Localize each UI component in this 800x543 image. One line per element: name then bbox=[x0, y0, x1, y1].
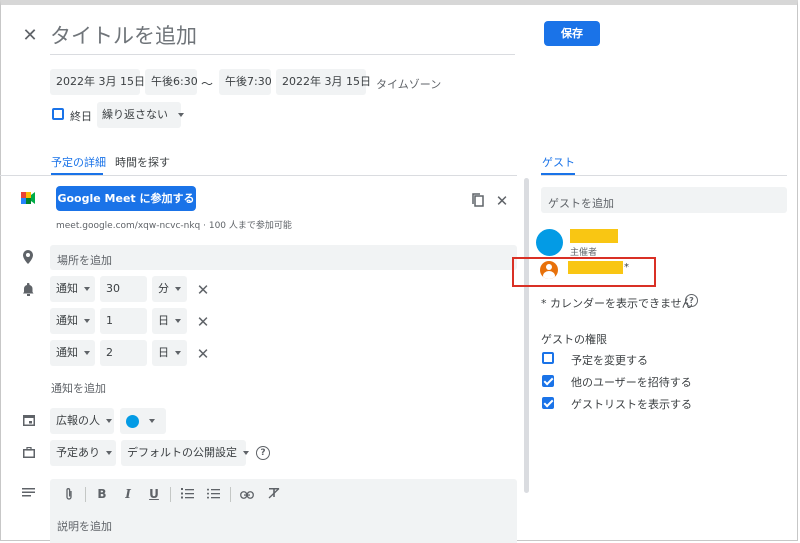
add-guest-input[interactable]: ゲストを追加 bbox=[541, 187, 787, 213]
notification-unit: 日 bbox=[158, 314, 169, 327]
notification-type: 通知 bbox=[56, 346, 78, 359]
copy-icon[interactable] bbox=[471, 193, 485, 207]
repeat-dropdown[interactable]: 繰り返さない bbox=[97, 102, 181, 128]
save-button[interactable]: 保存 bbox=[544, 21, 600, 46]
notification-type: 通知 bbox=[56, 314, 78, 327]
description-icon bbox=[22, 487, 35, 500]
notification-type: 通知 bbox=[56, 282, 78, 295]
calendar-visibility-warning: * カレンダーを表示できません bbox=[541, 297, 693, 310]
toolbar-divider bbox=[230, 487, 231, 502]
tab-find-time[interactable]: 時間を探す bbox=[115, 154, 170, 170]
permission-invite-checkbox[interactable] bbox=[542, 375, 554, 387]
time-separator: 〜 bbox=[201, 77, 214, 91]
availability-dropdown[interactable]: 予定あり bbox=[50, 440, 116, 466]
permission-see-list-checkbox[interactable] bbox=[542, 397, 554, 409]
redacted-organizer-name bbox=[570, 229, 618, 243]
availability-value: 予定あり bbox=[56, 446, 100, 459]
guest-permissions-title: ゲストの権限 bbox=[541, 333, 607, 346]
notification-unit-dropdown[interactable]: 分 bbox=[152, 276, 187, 302]
permission-modify-checkbox[interactable] bbox=[542, 352, 554, 364]
briefcase-icon bbox=[23, 447, 35, 458]
google-meet-icon bbox=[21, 192, 35, 204]
link-icon[interactable] bbox=[239, 489, 255, 502]
tabs-divider bbox=[0, 175, 517, 176]
remove-notification-icon[interactable]: ✕ bbox=[196, 345, 210, 363]
highlight-box bbox=[512, 257, 656, 287]
location-pin-icon bbox=[23, 250, 33, 264]
event-color-swatch bbox=[126, 414, 139, 428]
calendar-owner: 広報の人 bbox=[56, 414, 100, 427]
location-input[interactable]: 場所を追加 bbox=[50, 245, 517, 270]
help-icon[interactable]: ? bbox=[685, 294, 698, 307]
notification-type-dropdown[interactable]: 通知 bbox=[50, 308, 95, 334]
bell-icon bbox=[23, 283, 34, 296]
description-placeholder: 説明を追加 bbox=[57, 520, 112, 533]
clear-formatting-icon[interactable] bbox=[267, 487, 281, 502]
tab-guests[interactable]: ゲスト bbox=[542, 154, 575, 170]
end-time-field[interactable]: 午後7:30 bbox=[219, 69, 272, 95]
toolbar-divider bbox=[170, 487, 171, 502]
guests-tabs-divider bbox=[541, 175, 787, 176]
event-color-dropdown[interactable] bbox=[120, 408, 166, 434]
title-placeholder: タイトルを追加 bbox=[50, 24, 197, 48]
add-guest-placeholder: ゲストを追加 bbox=[548, 197, 614, 210]
notification-type-dropdown[interactable]: 通知 bbox=[50, 340, 95, 366]
permission-modify-label: 予定を変更する bbox=[571, 354, 648, 367]
tab-details[interactable]: 予定の詳細 bbox=[51, 154, 106, 170]
notification-unit: 日 bbox=[158, 346, 169, 359]
remove-notification-icon[interactable]: ✕ bbox=[196, 281, 210, 299]
permission-invite-label: 他のユーザーを招待する bbox=[571, 376, 692, 389]
start-time-field[interactable]: 午後6:30 bbox=[145, 69, 198, 95]
description-editor[interactable]: B I U 説明を追加 bbox=[50, 479, 517, 543]
attachment-icon[interactable] bbox=[62, 487, 76, 505]
notification-value-input[interactable]: 2 bbox=[100, 340, 147, 366]
join-meet-button[interactable]: Google Meet に参加する bbox=[56, 186, 196, 211]
scrollbar-thumb[interactable] bbox=[524, 178, 529, 493]
visibility-value: デフォルトの公開設定 bbox=[127, 446, 237, 459]
italic-icon[interactable]: I bbox=[121, 487, 135, 501]
calendar-owner-dropdown[interactable]: 広報の人 bbox=[50, 408, 114, 434]
notification-value-input[interactable]: 30 bbox=[100, 276, 147, 302]
location-placeholder: 場所を追加 bbox=[57, 254, 112, 267]
all-day-label: 終日 bbox=[70, 110, 92, 123]
avatar bbox=[536, 229, 563, 256]
notification-value-input[interactable]: 1 bbox=[100, 308, 147, 334]
all-day-checkbox[interactable] bbox=[52, 108, 64, 120]
notification-unit: 分 bbox=[158, 282, 169, 295]
title-input[interactable]: タイトルを追加 bbox=[50, 20, 515, 55]
bulleted-list-icon[interactable] bbox=[206, 488, 220, 502]
notification-unit-dropdown[interactable]: 日 bbox=[152, 308, 187, 334]
remove-meet-icon[interactable]: ✕ bbox=[495, 192, 509, 210]
remove-notification-icon[interactable]: ✕ bbox=[196, 313, 210, 331]
notification-type-dropdown[interactable]: 通知 bbox=[50, 276, 95, 302]
permission-see-list-label: ゲストリストを表示する bbox=[571, 398, 692, 411]
visibility-dropdown[interactable]: デフォルトの公開設定 bbox=[121, 440, 246, 466]
start-date-field[interactable]: 2022年 3月 15日 bbox=[50, 69, 145, 95]
toolbar-divider bbox=[85, 487, 86, 502]
close-icon[interactable]: ✕ bbox=[20, 25, 40, 46]
timezone-link[interactable]: タイムゾーン bbox=[376, 76, 441, 92]
underline-icon[interactable]: U bbox=[147, 487, 161, 501]
add-notification-link[interactable]: 通知を追加 bbox=[51, 380, 106, 396]
end-date-field[interactable]: 2022年 3月 15日 bbox=[276, 69, 371, 95]
meet-link-info: meet.google.com/xqw-ncvc-nkq · 100 人まで参加… bbox=[56, 221, 292, 231]
bold-icon[interactable]: B bbox=[95, 487, 109, 501]
notification-unit-dropdown[interactable]: 日 bbox=[152, 340, 187, 366]
calendar-icon bbox=[23, 415, 35, 426]
repeat-value: 繰り返さない bbox=[102, 108, 168, 121]
help-icon[interactable]: ? bbox=[256, 446, 270, 460]
numbered-list-icon[interactable] bbox=[180, 488, 194, 502]
